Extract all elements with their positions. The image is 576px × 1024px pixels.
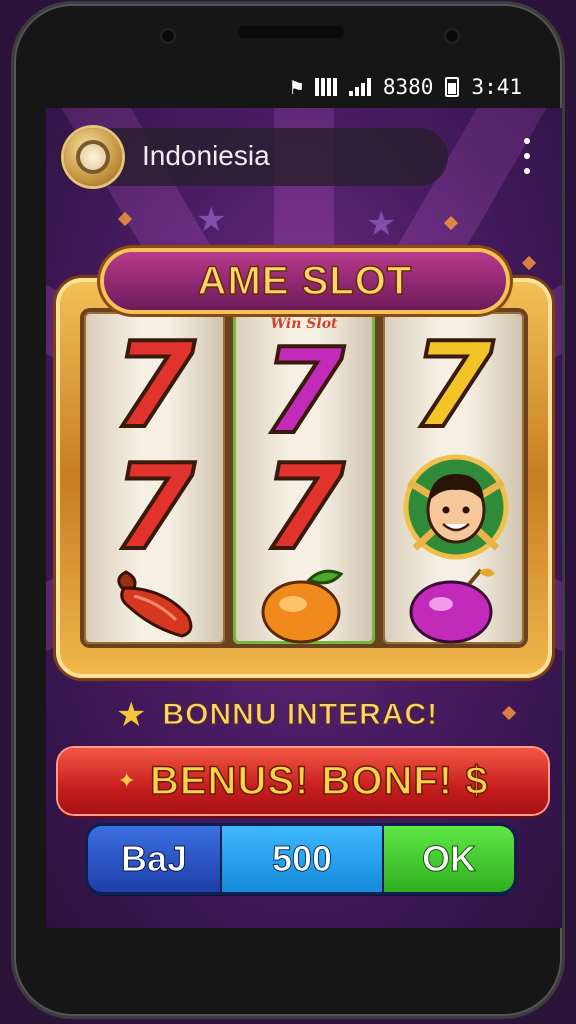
signal-icon — [314, 78, 337, 96]
seven-red-symbol: 7 — [260, 438, 346, 576]
status-time: 3:41 — [471, 75, 522, 99]
more-vert-icon[interactable] — [520, 138, 534, 174]
coin-logo-icon[interactable] — [64, 128, 122, 186]
reel-1: 7 7 — [84, 312, 226, 644]
battery-text: 8380 — [382, 75, 434, 99]
game-title-banner: AME SLOT — [104, 252, 506, 310]
front-camera — [162, 30, 174, 42]
front-sensor — [446, 30, 458, 42]
wifi-signal-icon — [348, 78, 371, 96]
reel-3: 7 — [382, 312, 524, 644]
sparkle-decoration — [501, 705, 517, 721]
status-bar: ⚑ 8380 3:41 — [290, 70, 522, 104]
bonus-button[interactable]: ✦ BENUS! BONF! $ — [58, 748, 548, 814]
seven-magenta-symbol: 7 — [260, 322, 346, 460]
seven-yellow-flower-symbol: 7 — [410, 316, 496, 454]
seven-red-symbol: 7 — [111, 438, 197, 576]
app-bar: Indoniesia — [58, 128, 448, 186]
bet-amount[interactable]: 500 — [220, 826, 384, 892]
character-face-icon — [403, 454, 509, 560]
bet-controls: BaJ 500 OK — [88, 826, 514, 892]
star-decoration-icon: ★ — [196, 200, 227, 240]
chili-pepper-icon — [117, 570, 193, 638]
sparkle-decoration — [521, 255, 537, 271]
phone-frame: ⚑ 8380 3:41 ★ ★ Indoniesia 7 7 Win Slot … — [14, 4, 562, 1016]
star-icon: ★ — [116, 695, 147, 735]
orange-fruit-icon — [261, 569, 344, 644]
slot-machine: 7 7 Win Slot 7 7 7 — [56, 278, 552, 678]
bonus-text-row: ★ BONNU INTERAC! — [116, 695, 439, 735]
bet-button[interactable]: BaJ — [88, 826, 220, 892]
game-screen: ★ ★ Indoniesia 7 7 Win Slot 7 7 7 AME SL… — [46, 108, 562, 928]
game-title: AME SLOT — [197, 258, 413, 304]
reel-2: Win Slot 7 7 — [233, 312, 375, 644]
reels-area: 7 7 Win Slot 7 7 7 — [80, 308, 528, 648]
plum-fruit-icon — [409, 568, 495, 644]
bonus-text: BONNU INTERAC! — [162, 698, 439, 732]
app-title: Indoniesia — [142, 140, 270, 171]
speaker-grille — [238, 26, 344, 38]
star-decoration-icon: ★ — [366, 204, 397, 244]
battery-icon — [445, 77, 460, 97]
ok-button[interactable]: OK — [384, 826, 514, 892]
seven-red-fire-symbol: 7 — [111, 316, 197, 454]
sparkle-icon: ✦ — [117, 768, 136, 794]
notification-icon: ⚑ — [290, 75, 303, 99]
bonus-button-label: BENUS! BONF! $ — [149, 758, 489, 804]
